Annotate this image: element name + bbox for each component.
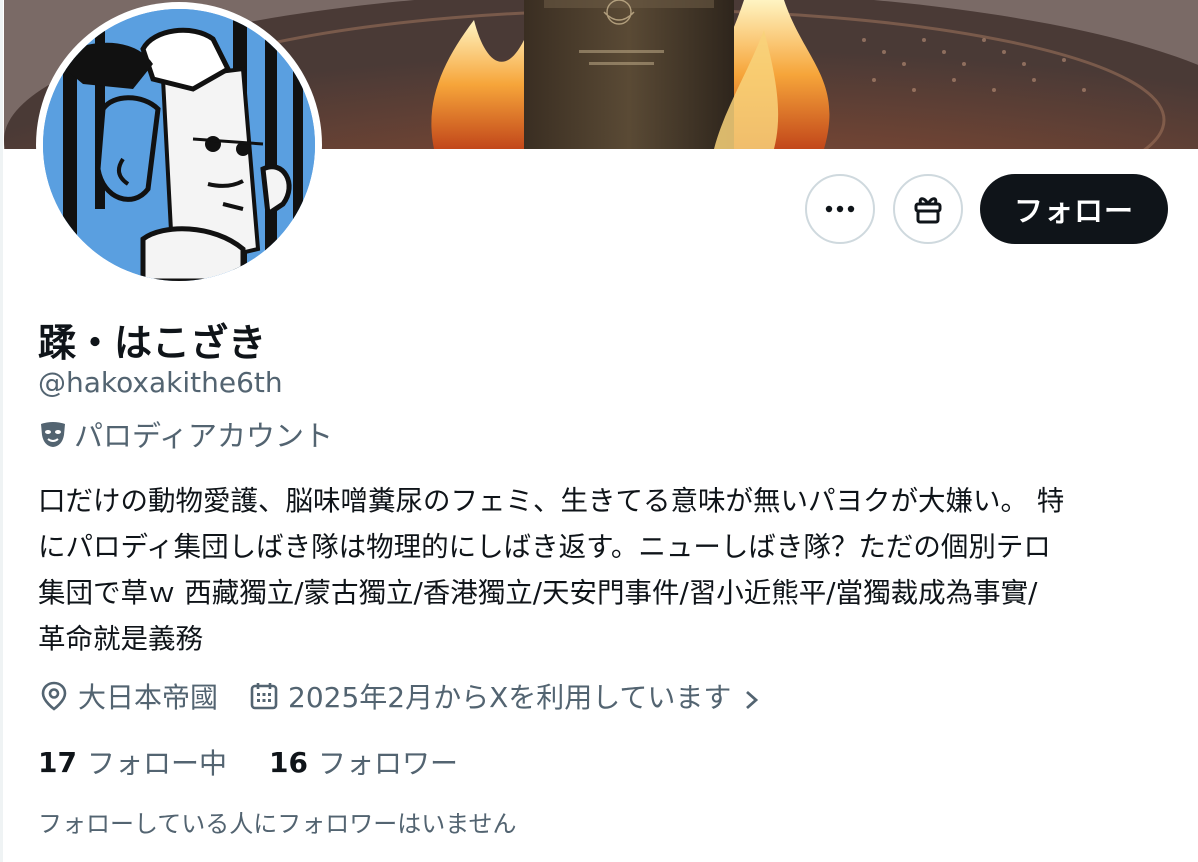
followers-count: 16	[268, 745, 308, 779]
bio-line: 集団で草ｗ 西藏獨立/蒙古獨立/香港獨立/天安門事件/習小近熊平/當獨裁成為事實…	[38, 577, 1038, 609]
avatar-image	[43, 9, 315, 281]
followed-by-note: フォローしている人にフォロワーはいません	[38, 810, 517, 838]
following-count: 17	[38, 745, 77, 779]
calendar-icon	[250, 683, 278, 710]
avatar[interactable]	[43, 9, 315, 281]
location-text: 大日本帝國	[78, 681, 219, 714]
profile-page: フォロー 蹂・はこざき @hakoxakithe6th パロディアカウント 口だ…	[0, 0, 1198, 862]
followers-label: フォロワー	[317, 747, 458, 780]
followers-link[interactable]: 16 フォロワー	[269, 742, 458, 782]
parody-text: パロディアカウント	[74, 419, 333, 453]
user-handle: @hakoxakithe6th	[38, 366, 283, 399]
bio-line: 革命就是義務	[38, 623, 203, 655]
joined-text: 2025年2月からXを利用しています	[288, 681, 732, 714]
more-button[interactable]	[805, 174, 875, 244]
theater-mask-icon	[41, 422, 65, 447]
profile-meta: 大日本帝國 2025年2月からXを利用しています	[38, 672, 773, 720]
gift-button[interactable]	[893, 174, 963, 244]
column-divider	[0, 0, 3, 862]
display-name: 蹂・はこざき	[38, 321, 267, 365]
following-link[interactable]: 17 フォロー中	[38, 742, 227, 782]
gift-icon	[914, 197, 942, 224]
bio-line: 口だけの動物愛護、脳味噌糞尿のフェミ、生きてる意味が無いパヨクが大嫌い。 特	[38, 485, 1065, 517]
location-pin-icon	[41, 681, 67, 711]
profile-bio: 口だけの動物愛護、脳味噌糞尿のフェミ、生きてる意味が無いパヨクが大嫌い。 特 に…	[38, 478, 1168, 662]
follow-button[interactable]: フォロー	[980, 174, 1168, 244]
following-label: フォロー中	[86, 747, 227, 780]
more-horizontal-icon	[825, 205, 855, 213]
bio-line: にパロディ集団しばき隊は物理的にしばき返す。ニューしばき隊？ただの個別テロ	[38, 531, 1051, 563]
chevron-right-icon	[746, 690, 759, 710]
joined-item[interactable]: 2025年2月からXを利用しています	[248, 676, 773, 716]
follow-stats: 17 フォロー中 16 フォロワー	[38, 740, 458, 784]
location-item: 大日本帝國	[38, 676, 218, 716]
parody-label[interactable]: パロディアカウント	[38, 414, 333, 454]
